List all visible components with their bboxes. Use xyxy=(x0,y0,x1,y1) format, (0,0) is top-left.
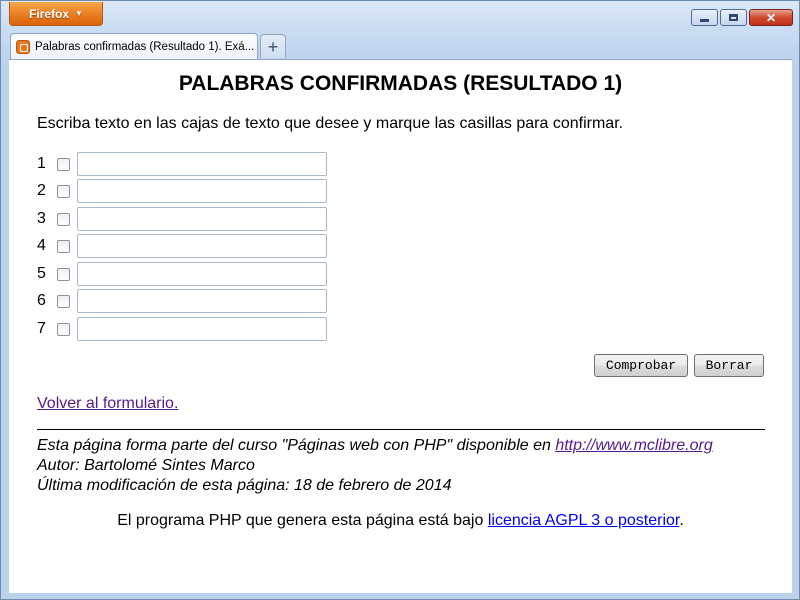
browser-tab-active[interactable]: Palabras confirmadas (Resultado 1). Exá.… xyxy=(10,33,258,59)
new-tab-button[interactable]: + xyxy=(260,34,286,58)
form-row-6: 6 xyxy=(37,289,327,313)
form-row-4: 4 xyxy=(37,234,327,258)
license-end: . xyxy=(679,512,684,529)
back-to-form-link[interactable]: Volver al formulario. xyxy=(37,395,178,413)
form-row-7: 7 xyxy=(37,317,327,341)
license-link[interactable]: licencia AGPL 3 o posterior xyxy=(488,512,680,529)
confirm-checkbox-7[interactable] xyxy=(57,322,70,336)
text-field-5[interactable] xyxy=(77,262,327,286)
confirm-checkbox-1[interactable] xyxy=(57,157,70,171)
intro-text: Escriba texto en las cajas de texto que … xyxy=(37,115,624,132)
close-icon: ✕ xyxy=(765,10,777,25)
text-field-6[interactable] xyxy=(77,289,327,313)
maximize-button[interactable] xyxy=(720,9,747,26)
confirm-checkbox-5[interactable] xyxy=(57,267,70,281)
confirm-checkbox-3[interactable] xyxy=(57,212,70,226)
text-field-2[interactable] xyxy=(77,179,327,203)
row-number: 5 xyxy=(37,265,46,282)
xampp-favicon-icon xyxy=(16,39,30,54)
footer: Esta página forma parte del curso "Págin… xyxy=(37,436,713,496)
page-title: PALABRAS CONFIRMADAS (RESULTADO 1) xyxy=(178,72,623,95)
row-number: 3 xyxy=(37,210,46,227)
row-number: 1 xyxy=(37,155,46,172)
firefox-menu-label: Firefox xyxy=(29,6,70,21)
maximize-icon xyxy=(729,14,738,21)
row-number: 4 xyxy=(37,237,46,254)
form-row-1: 1 xyxy=(37,152,327,176)
text-field-4[interactable] xyxy=(77,234,327,258)
plus-icon: + xyxy=(267,36,279,57)
firefox-menu-button[interactable]: Firefox ▼ xyxy=(9,2,103,26)
license-text: El programa PHP que genera esta página e… xyxy=(117,512,488,529)
footer-author: Autor: Bartolomé Sintes Marco xyxy=(37,457,255,474)
text-field-3[interactable] xyxy=(77,207,327,231)
footer-line-course: Esta página forma parte del curso "Págin… xyxy=(37,436,713,456)
clear-button[interactable]: Borrar xyxy=(694,354,764,377)
form-row-5: 5 xyxy=(37,262,327,286)
mclibre-link[interactable]: http://www.mclibre.org xyxy=(555,437,712,454)
form-row-2: 2 xyxy=(37,179,327,203)
confirm-checkbox-4[interactable] xyxy=(57,239,70,253)
confirm-checkbox-2[interactable] xyxy=(57,184,70,198)
license-notice: El programa PHP que genera esta página e… xyxy=(9,512,792,530)
check-button[interactable]: Comprobar xyxy=(594,354,688,377)
minimize-icon xyxy=(700,19,709,22)
form-row-3: 3 xyxy=(37,207,327,231)
row-number: 6 xyxy=(37,292,46,309)
footer-divider xyxy=(37,429,765,430)
footer-course-text: Esta página forma parte del curso "Págin… xyxy=(37,437,556,454)
browser-window: Firefox ▼ ✕ Palabras confirmadas (Result… xyxy=(0,0,800,600)
footer-last-modified: Última modificación de esta página: 18 d… xyxy=(37,477,452,494)
text-field-7[interactable] xyxy=(77,317,327,341)
page-content: PALABRAS CONFIRMADAS (RESULTADO 1) Escri… xyxy=(9,59,792,593)
minimize-button[interactable] xyxy=(691,9,718,26)
row-number: 7 xyxy=(37,320,46,337)
close-button[interactable]: ✕ xyxy=(749,9,793,26)
tab-title: Palabras confirmadas (Resultado 1). Exá.… xyxy=(35,40,255,53)
confirm-checkbox-6[interactable] xyxy=(57,294,70,308)
text-field-1[interactable] xyxy=(77,152,327,176)
window-controls: ✕ xyxy=(691,9,793,26)
row-number: 2 xyxy=(37,182,46,199)
dropdown-arrow-icon: ▼ xyxy=(75,9,83,18)
